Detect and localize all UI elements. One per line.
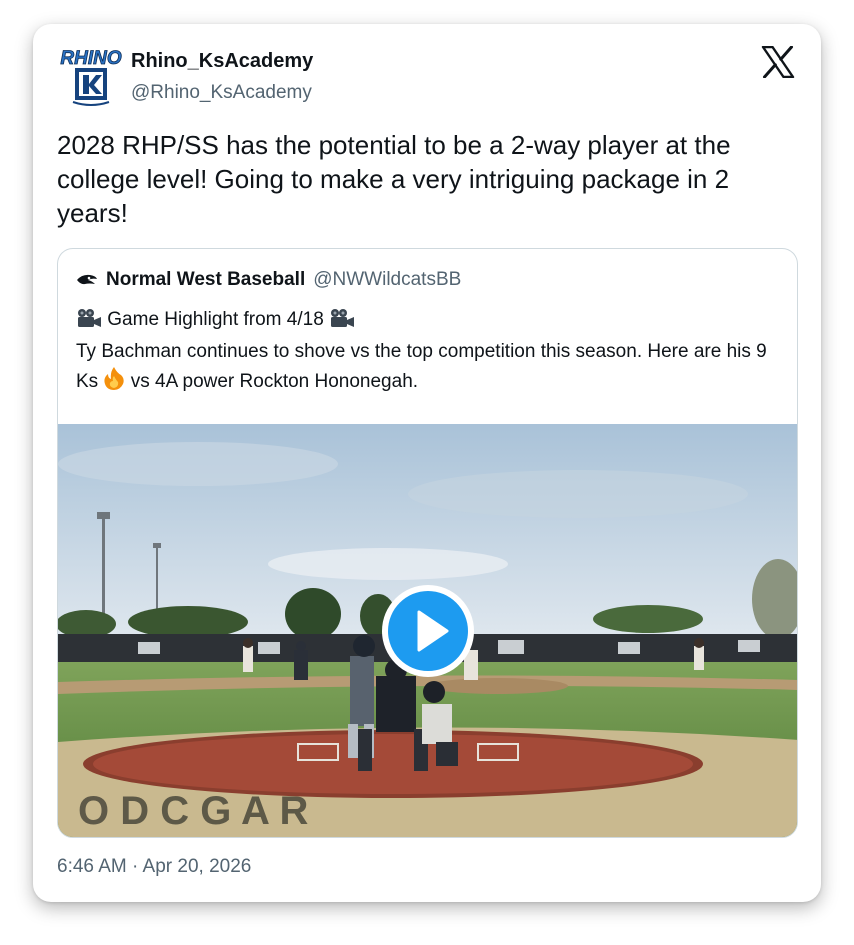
video-camera-icon (76, 308, 102, 337)
x-logo-icon[interactable] (761, 45, 795, 79)
video-thumbnail[interactable]: O D C G A R (58, 424, 797, 837)
play-button[interactable] (380, 583, 476, 679)
quoted-line-1: Game Highlight from 4/18 (76, 305, 786, 337)
fire-icon (103, 366, 125, 399)
wildcat-logo-icon (76, 272, 98, 288)
quoted-line-2-text-b: vs 4A power Rockton Hononegah. (130, 371, 419, 392)
video-camera-icon (329, 308, 355, 337)
quoted-line-2: Ty Bachman continues to shove vs the top… (76, 337, 786, 399)
author-handle[interactable]: @Rhino_KsAcademy (131, 82, 312, 104)
tweet-card: RHINO Rhino_KsAcademy @Rhino_KsAcademy 2… (33, 24, 821, 902)
quoted-tweet[interactable]: Normal West Baseball @NWWildcatsBB Game … (57, 248, 798, 838)
svg-text:RHINO: RHINO (60, 48, 121, 69)
tweet-text: 2028 RHP/SS has the potential to be a 2-… (57, 130, 731, 228)
tweet-timestamp[interactable]: 6:46 AM · Apr 20, 2026 (57, 856, 251, 878)
quoted-handle[interactable]: @NWWildcatsBB (313, 269, 461, 291)
svg-text:O D C G A R: O D C G A R (78, 789, 308, 833)
author-avatar[interactable]: RHINO (55, 46, 127, 112)
quoted-line-1-text: Game Highlight from 4/18 (107, 309, 324, 330)
quoted-text: Game Highlight from 4/18 Ty Bachman cont… (76, 305, 786, 399)
quoted-header: Normal West Baseball @NWWildcatsBB (76, 269, 461, 291)
quoted-display-name[interactable]: Normal West Baseball (106, 269, 305, 291)
author-display-name[interactable]: Rhino_KsAcademy (131, 50, 313, 73)
